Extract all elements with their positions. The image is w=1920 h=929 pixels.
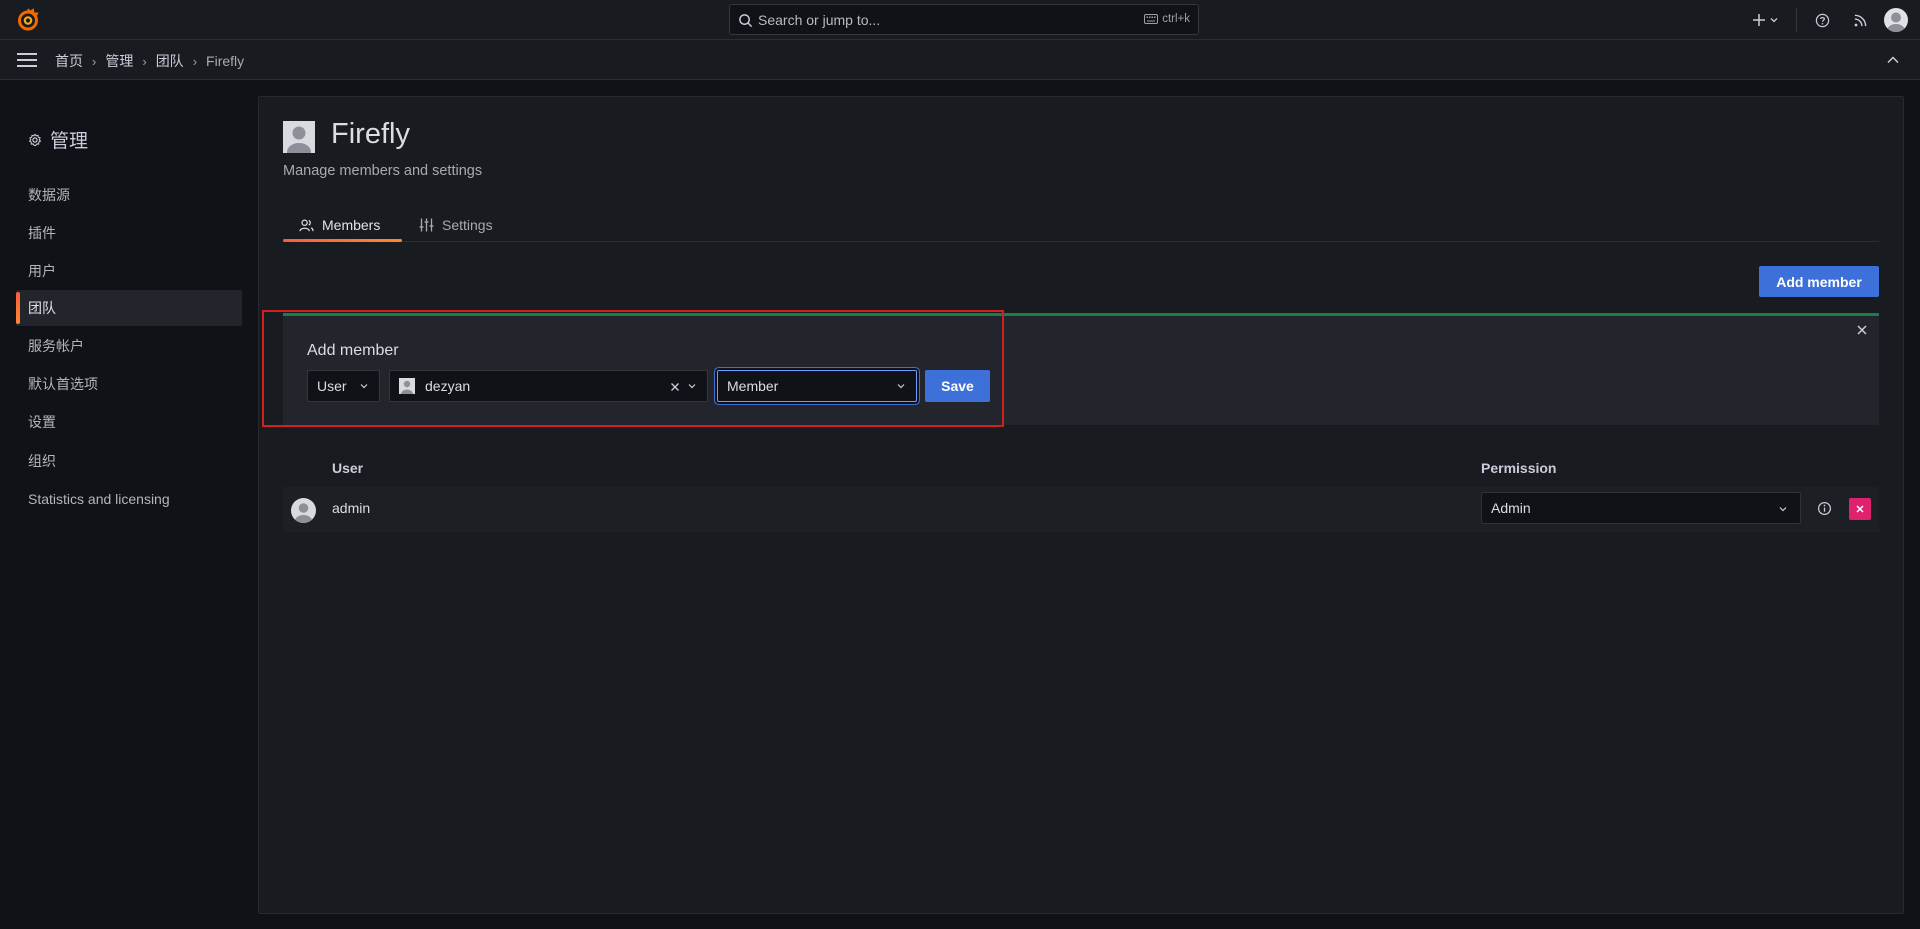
member-username: admin (332, 500, 371, 516)
chevron-down-icon (1770, 18, 1777, 23)
users-icon (299, 219, 314, 231)
chevron-up-icon[interactable] (1886, 53, 1900, 67)
sidebar-item-datasources[interactable]: 数据源 (16, 177, 242, 213)
team-avatar (283, 121, 315, 153)
help-icon (1815, 13, 1829, 27)
tab-bar: Members Settings (283, 210, 1879, 242)
tab-members[interactable]: Members (283, 210, 402, 242)
top-navbar: Search or jump to... ctrl+k (0, 0, 1920, 40)
news-feed-icon (1854, 14, 1866, 26)
help-button[interactable] (1811, 9, 1833, 31)
highlight-box (262, 310, 1004, 427)
tab-settings[interactable]: Settings (403, 210, 509, 240)
close-icon (1856, 505, 1864, 513)
breadcrumb-separator: › (192, 53, 198, 69)
search-shortcut: ctrl+k (1144, 13, 1190, 25)
sidebar-item-statistics[interactable]: Statistics and licensing (16, 481, 242, 517)
chevron-down-icon (1779, 507, 1787, 512)
news-button[interactable] (1849, 9, 1871, 31)
plus-icon (1752, 14, 1765, 26)
permission-select-value: Admin (1491, 500, 1531, 516)
info-icon[interactable] (1817, 501, 1832, 516)
sidebar-title: 管理 (28, 126, 88, 153)
breadcrumb-home[interactable]: 首页 (55, 51, 83, 71)
remove-member-button[interactable] (1849, 498, 1871, 520)
permission-select[interactable]: Admin (1481, 492, 1801, 524)
user-avatar-icon[interactable] (1884, 8, 1908, 32)
sliders-icon (419, 218, 434, 232)
column-header-user: User (332, 460, 364, 476)
sidebar-item-orgs[interactable]: 组织 (16, 443, 242, 479)
tab-members-label: Members (322, 217, 381, 233)
gear-icon (28, 132, 42, 146)
breadcrumb-bar: 首页 › 管理 › 团队 › Firefly (0, 40, 1920, 80)
breadcrumb-separator: › (92, 53, 97, 69)
add-member-button[interactable]: Add member (1759, 266, 1879, 297)
avatar (291, 498, 316, 523)
sidebar-item-plugins[interactable]: 插件 (16, 215, 242, 251)
page-subtitle: Manage members and settings (283, 163, 483, 179)
sidebar-item-default-preferences[interactable]: 默认首选项 (16, 366, 242, 402)
breadcrumb-current: Firefly (206, 53, 245, 69)
sidebar-item-settings[interactable]: 设置 (16, 404, 242, 440)
tab-settings-label: Settings (442, 217, 493, 233)
shortcut-label: ctrl+k (1162, 13, 1190, 25)
column-header-permission: Permission (1481, 460, 1557, 476)
breadcrumb-teams[interactable]: 团队 (156, 51, 184, 71)
grafana-logo-icon[interactable] (16, 8, 40, 32)
search-bar[interactable]: Search or jump to... ctrl+k (729, 4, 1199, 35)
close-icon[interactable] (1856, 324, 1868, 336)
page-title: Firefly (331, 118, 410, 150)
keyboard-icon (1144, 14, 1159, 24)
breadcrumb-separator: › (142, 53, 147, 69)
sidebar-item-service-accounts[interactable]: 服务帐户 (16, 328, 242, 364)
sidebar-item-users[interactable]: 用户 (16, 253, 242, 289)
hamburger-menu-icon[interactable] (17, 53, 37, 67)
toolbar-divider (1796, 8, 1797, 32)
sidebar-title-text: 管理 (50, 131, 89, 152)
breadcrumb-admin[interactable]: 管理 (105, 51, 133, 71)
sidebar-item-teams[interactable]: 团队 (16, 290, 242, 326)
search-placeholder: Search or jump to... (758, 12, 881, 28)
search-icon (739, 14, 753, 28)
breadcrumb: 首页 › 管理 › 团队 › Firefly (55, 51, 244, 71)
new-menu-button[interactable] (1750, 9, 1780, 31)
